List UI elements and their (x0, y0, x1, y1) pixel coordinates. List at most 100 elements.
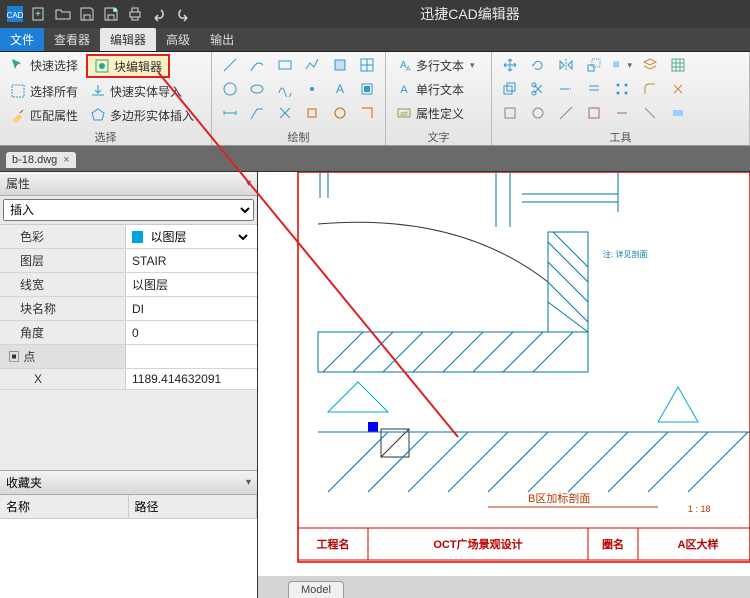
t6-icon[interactable] (638, 102, 662, 124)
canvas-wrap: 注: 详见剖面 (258, 172, 750, 598)
mtext-button[interactable]: AA多行文本▾ (392, 54, 485, 76)
match-icon (10, 107, 26, 123)
tab-viewer[interactable]: 查看器 (44, 28, 100, 51)
ribbon-group-tools: ▾ 工具 (492, 52, 750, 145)
prop-row-blockname[interactable]: 块名称DI (0, 297, 257, 321)
block-editor-icon (94, 58, 110, 74)
ribbon-group-text: AA多行文本▾ A单行文本 att属性定义 文字 (386, 52, 492, 145)
selection-grip[interactable] (368, 422, 378, 432)
match-props-label: 匹配属性 (30, 107, 78, 124)
rect-tool-icon[interactable] (273, 54, 297, 76)
misc2-tool-icon[interactable] (328, 102, 352, 124)
color-swatch-icon (132, 231, 143, 243)
model-tab[interactable]: Model (288, 581, 344, 598)
prop-row-angle[interactable]: 角度0 (0, 321, 257, 345)
t2-icon[interactable] (526, 102, 550, 124)
spline-tool-icon[interactable] (273, 78, 297, 100)
region-tool-icon[interactable] (328, 54, 352, 76)
rotate-tool-icon[interactable] (526, 54, 550, 76)
fillet-tool-icon[interactable] (638, 78, 662, 100)
grid-tool-icon[interactable] (666, 54, 690, 76)
saveas-icon[interactable] (100, 3, 122, 25)
insert-select[interactable]: 插入 (3, 199, 254, 221)
hatch-tool-icon[interactable] (356, 54, 380, 76)
copy-tool-icon[interactable] (498, 78, 522, 100)
attdef-button[interactable]: att属性定义 (392, 102, 485, 124)
block-editor-button[interactable]: 块编辑器 (86, 54, 170, 78)
block-editor-label: 块编辑器 (114, 58, 162, 75)
misc3-tool-icon[interactable] (356, 102, 380, 124)
trim-tool-icon[interactable] (526, 78, 550, 100)
close-icon[interactable]: × (63, 154, 69, 166)
prop-group-point[interactable]: ▣ 点 (0, 345, 257, 369)
svg-text:CAD: CAD (7, 11, 23, 20)
t7-icon[interactable] (666, 102, 690, 124)
t5-icon[interactable] (610, 102, 634, 124)
leader-tool-icon[interactable] (246, 102, 270, 124)
svg-text:A: A (400, 84, 408, 96)
ellipse-tool-icon[interactable] (246, 78, 270, 100)
quick-select-button[interactable]: 快速选择 (6, 54, 82, 76)
select-all-button[interactable]: 选择所有 (6, 80, 82, 102)
section-label: B区加标剖面 (528, 491, 590, 505)
color-select[interactable]: 以图层 (147, 229, 251, 245)
block-tool-icon[interactable] (356, 78, 380, 100)
dropdown-tool-icon[interactable]: ▾ (610, 54, 634, 76)
t1-icon[interactable] (498, 102, 522, 124)
print-icon[interactable] (124, 3, 146, 25)
scale-tool-icon[interactable] (582, 54, 606, 76)
drawing-canvas[interactable]: 注: 详见剖面 (258, 172, 750, 576)
favorites-header[interactable]: 收藏夹▾ (0, 470, 257, 495)
tab-output[interactable]: 输出 (200, 28, 244, 51)
insert-combo[interactable]: 插入 (0, 196, 257, 224)
move-tool-icon[interactable] (498, 54, 522, 76)
group-label-select: 选择 (6, 129, 205, 145)
chevron-down-icon[interactable]: ▾ (246, 178, 251, 189)
prop-row-lineweight[interactable]: 线宽以图层 (0, 273, 257, 297)
arc-tool-icon[interactable] (246, 54, 270, 76)
favorites-col-name[interactable]: 名称 (0, 495, 129, 518)
mirror-tool-icon[interactable] (554, 54, 578, 76)
offset-tool-icon[interactable] (582, 78, 606, 100)
file-tab[interactable]: b-18.dwg × (6, 152, 76, 168)
tab-advanced[interactable]: 高级 (156, 28, 200, 51)
prop-row-x[interactable]: X1189.414632091 (0, 369, 257, 390)
ribbon-group-select: 快速选择 块编辑器 选择所有 快速实体导入 匹配属性 多边形实体插入 选择 (0, 52, 212, 145)
app-title: 迅捷CAD编辑器 (194, 4, 746, 24)
text-tool-icon[interactable]: A (328, 78, 352, 100)
stext-button[interactable]: A单行文本 (392, 78, 485, 100)
polyline-tool-icon[interactable] (301, 54, 325, 76)
note-text: 注: 详见剖面 (603, 249, 647, 259)
chevron-down-icon: ▾ (470, 60, 475, 71)
tab-editor[interactable]: 编辑器 (100, 28, 156, 51)
favorites-col-path[interactable]: 路径 (129, 495, 258, 518)
tab-file[interactable]: 文件 (0, 28, 44, 51)
layers-tool-icon[interactable] (638, 54, 662, 76)
cursor-icon (10, 57, 26, 73)
t3-icon[interactable] (554, 102, 578, 124)
t4-icon[interactable] (582, 102, 606, 124)
quick-import-button[interactable]: 快速实体导入 (86, 80, 186, 102)
line-tool-icon[interactable] (218, 54, 242, 76)
explode-tool-icon[interactable] (666, 78, 690, 100)
save-icon[interactable] (76, 3, 98, 25)
chevron-down-icon[interactable]: ▾ (246, 477, 251, 488)
circle-tool-icon[interactable] (218, 78, 242, 100)
poly-insert-button[interactable]: 多边形实体插入 (86, 104, 198, 126)
undo-icon[interactable] (148, 3, 170, 25)
cad-logo-icon[interactable]: CAD (4, 3, 26, 25)
point-tool-icon[interactable] (301, 78, 325, 100)
match-props-button[interactable]: 匹配属性 (6, 104, 82, 126)
redo-icon[interactable] (172, 3, 194, 25)
prop-row-layer[interactable]: 图层STAIR (0, 249, 257, 273)
misc1-tool-icon[interactable] (301, 102, 325, 124)
svg-text:A: A (336, 82, 344, 96)
new-file-icon[interactable]: + (28, 3, 50, 25)
dim-tool-icon[interactable] (218, 102, 242, 124)
open-file-icon[interactable] (52, 3, 74, 25)
prop-row-color[interactable]: 色彩 以图层 (0, 225, 257, 249)
extend-tool-icon[interactable] (554, 78, 578, 100)
attdef-label: 属性定义 (416, 105, 464, 122)
dim2-tool-icon[interactable] (273, 102, 297, 124)
array-tool-icon[interactable] (610, 78, 634, 100)
